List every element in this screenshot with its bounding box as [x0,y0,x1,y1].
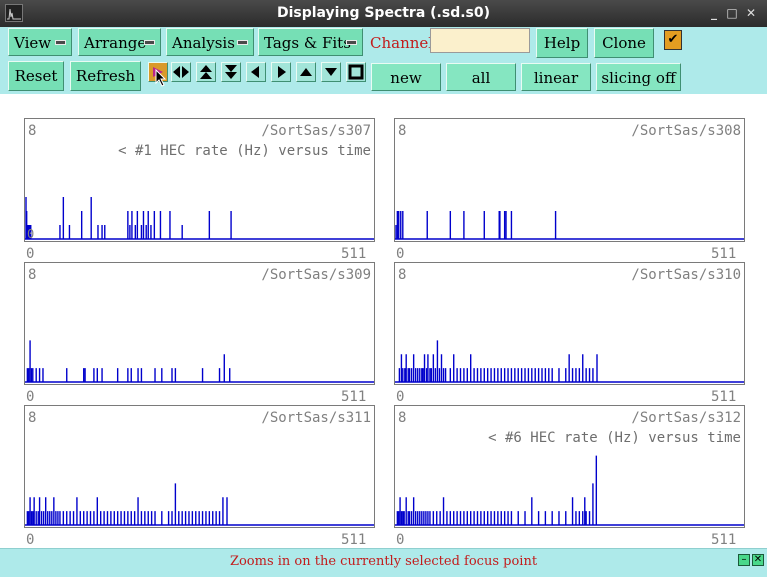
y-max-label: 8 [398,267,407,283]
x-max-label: 511 [341,246,367,262]
x-min-label: 0 [396,246,405,262]
x-max-label: 511 [711,246,737,262]
y-max-label: 8 [398,123,407,139]
x-max-label: 511 [341,389,367,405]
channel-input[interactable] [430,28,530,53]
minimize-panel-icon[interactable]: – [738,554,750,566]
spectrum-panel-s308[interactable]: 8 /SortSas/s308 [394,118,745,242]
window-titlebar: Displaying Spectra (.sd.s0) _ □ ✕ [0,0,767,27]
help-button[interactable]: Help [536,28,588,58]
x-max-label: 511 [341,532,367,548]
y-max-label: 8 [398,410,407,426]
spectrum-panel-s310[interactable]: 8 /SortSas/s310 [394,262,745,385]
spectrum-name: /SortSas/s309 [261,267,371,283]
x-min-label: 0 [396,532,405,548]
expand-horizontal-icon[interactable] [171,62,191,82]
x-min-label: 0 [396,389,405,405]
spectrum-name: /SortSas/s311 [261,410,371,426]
new-button[interactable]: new [371,63,441,91]
refresh-button[interactable]: Refresh [70,61,141,91]
x-max-label: 511 [711,532,737,548]
status-bar: Zooms in on the currently selected focus… [0,548,767,577]
clone-button[interactable]: Clone [594,28,654,58]
x-max-label: 511 [711,389,737,405]
shrink-vertical-icon[interactable] [221,62,241,82]
y-max-label: 8 [28,123,37,139]
expand-vertical-icon[interactable] [196,62,216,82]
spectrum-name: /SortSas/s307 [261,123,371,139]
spectrum-name: /SortSas/s310 [631,267,741,283]
y-min-label: 0 [27,227,35,241]
maximize-icon[interactable]: □ [724,5,740,21]
spectrum-name: /SortSas/s312 [631,410,741,426]
analysis-menu[interactable]: Analysis [166,28,254,56]
tags-fits-menu-label: Tags & Fits [264,34,351,52]
checkbox-toggle[interactable]: ✔ [664,30,682,50]
window-title: Displaying Spectra (.sd.s0) [276,5,491,21]
scroll-left-icon[interactable] [246,62,266,82]
reset-button[interactable]: Reset [8,61,64,91]
spectrum-panel-s312[interactable]: 8 /SortSas/s312 < #6 HEC rate (Hz) versu… [394,405,745,528]
menu-indicator-icon [346,40,357,45]
menu-indicator-icon [237,40,248,45]
spectrum-panel-s311[interactable]: 8 /SortSas/s311 [24,405,375,528]
scroll-up-icon[interactable] [296,62,316,82]
tags-fits-menu[interactable]: Tags & Fits [258,28,363,56]
spectra-display-area: 8 /SortSas/s307 < #1 HEC rate (Hz) versu… [0,94,767,548]
minimize-icon[interactable]: _ [706,5,722,21]
x-min-label: 0 [26,246,35,262]
all-button[interactable]: all [446,63,516,91]
close-panel-icon[interactable]: ✕ [752,554,764,566]
x-min-label: 0 [26,389,35,405]
linear-button[interactable]: linear [521,63,591,91]
scroll-right-icon[interactable] [271,62,291,82]
arrange-menu[interactable]: Arrange [78,28,161,56]
spectrum-annotation: < #6 HEC rate (Hz) versus time [488,430,741,446]
close-icon[interactable]: ✕ [743,5,759,21]
menu-indicator-icon [144,40,155,45]
spectrum-panel-s309[interactable]: 8 /SortSas/s309 [24,262,375,385]
y-max-label: 8 [28,267,37,283]
channel-label: Channel: [370,34,439,52]
full-view-icon[interactable] [346,62,366,82]
scroll-down-icon[interactable] [321,62,341,82]
arrange-menu-label: Arrange [84,34,147,52]
y-max-label: 8 [28,410,37,426]
spectrum-panel-s307[interactable]: 8 /SortSas/s307 < #1 HEC rate (Hz) versu… [24,118,375,242]
status-text: Zooms in on the currently selected focus… [229,554,538,569]
spectrum-name: /SortSas/s308 [631,123,741,139]
menu-indicator-icon [55,40,66,45]
toolbar: View Arrange Analysis Tags & Fits Channe… [0,27,767,94]
slicing-button[interactable]: slicing off [596,63,681,91]
analysis-menu-label: Analysis [172,34,235,52]
spectrum-annotation: < #1 HEC rate (Hz) versus time [118,143,371,159]
mouse-cursor-icon [155,69,167,87]
x-min-label: 0 [26,532,35,548]
view-menu[interactable]: View [8,28,72,56]
view-menu-label: View [14,34,52,52]
